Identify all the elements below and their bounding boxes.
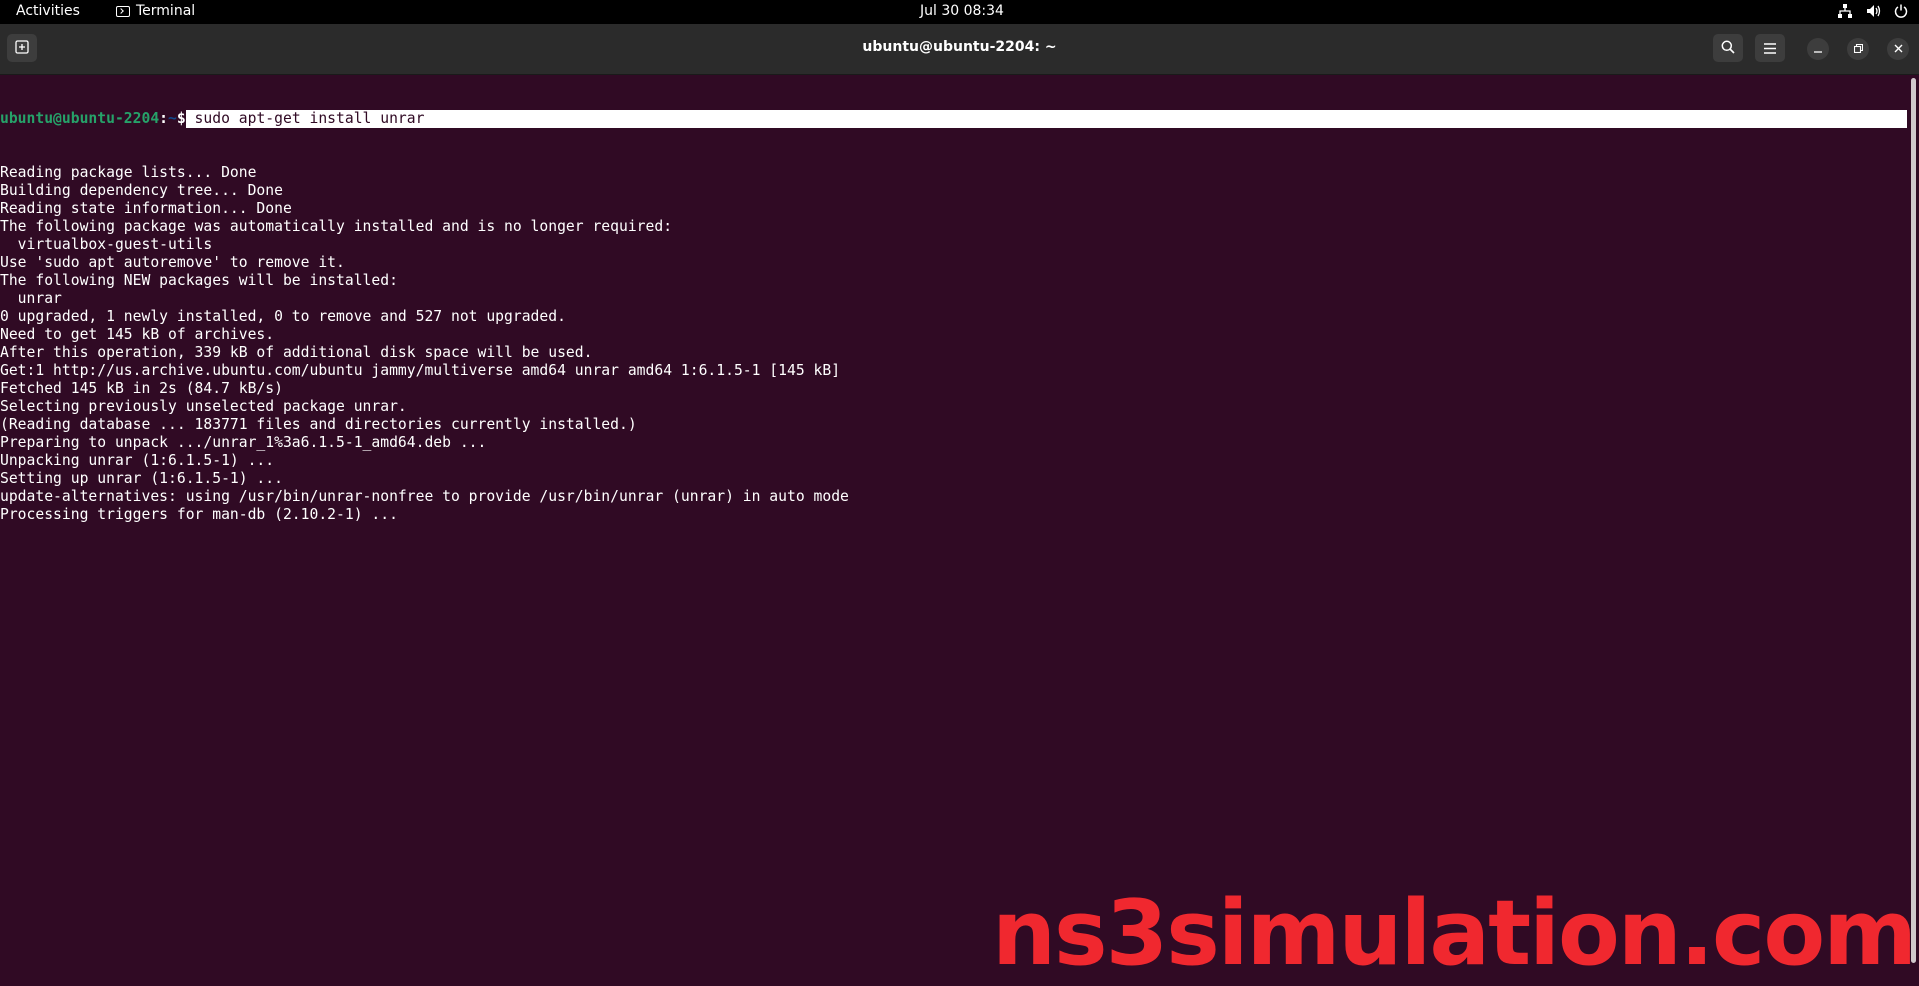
output-line: Preparing to unpack .../unrar_1%3a6.1.5-…: [0, 434, 1910, 452]
prompt-path: ~: [168, 110, 177, 128]
search-icon: [1721, 39, 1735, 58]
minimize-button[interactable]: [1807, 38, 1829, 60]
activities-button[interactable]: Activities: [16, 3, 80, 19]
close-button[interactable]: [1887, 38, 1909, 60]
output-line: Processing triggers for man-db (2.10.2-1…: [0, 506, 1910, 524]
output-line: Get:1 http://us.archive.ubuntu.com/ubunt…: [0, 362, 1910, 380]
window-titlebar: ubuntu@ubuntu-2204: ~: [0, 24, 1919, 75]
output-line: virtualbox-guest-utils: [0, 236, 1910, 254]
prompt-line: ubuntu@ubuntu-2204:~$ sudo apt-get insta…: [0, 110, 1910, 128]
prompt-dollar: $: [177, 110, 186, 128]
menu-icon: [1764, 39, 1776, 58]
output-line: Reading state information... Done: [0, 200, 1910, 218]
output-line: The following package was automatically …: [0, 218, 1910, 236]
output-line: After this operation, 339 kB of addition…: [0, 344, 1910, 362]
output-line: (Reading database ... 183771 files and d…: [0, 416, 1910, 434]
command-text: sudo apt-get install unrar: [186, 110, 1907, 128]
system-tray[interactable]: [1837, 3, 1909, 19]
minimize-icon: [1814, 42, 1822, 56]
restore-icon: [1854, 42, 1863, 56]
terminal-area[interactable]: ubuntu@ubuntu-2204:~$ sudo apt-get insta…: [0, 74, 1910, 968]
app-name: Terminal: [136, 3, 195, 19]
network-icon[interactable]: [1837, 3, 1853, 19]
output-line: update-alternatives: using /usr/bin/unra…: [0, 488, 1910, 506]
close-icon: [1894, 42, 1903, 56]
menu-button[interactable]: [1755, 34, 1785, 62]
output-line: Use 'sudo apt autoremove' to remove it.: [0, 254, 1910, 272]
volume-icon[interactable]: [1865, 3, 1881, 19]
power-icon[interactable]: [1893, 3, 1909, 19]
app-menu[interactable]: Terminal: [116, 3, 195, 19]
output-line: Setting up unrar (1:6.1.5-1) ...: [0, 470, 1910, 488]
terminal-icon: [116, 6, 130, 17]
search-button[interactable]: [1713, 34, 1743, 62]
output-line: Building dependency tree... Done: [0, 182, 1910, 200]
window-title: ubuntu@ubuntu-2204: ~: [0, 39, 1919, 55]
output-line: Unpacking unrar (1:6.1.5-1) ...: [0, 452, 1910, 470]
restore-button[interactable]: [1847, 38, 1869, 60]
scrollbar[interactable]: [1911, 78, 1916, 963]
output-line: The following NEW packages will be insta…: [0, 272, 1910, 290]
terminal-output: Reading package lists... DoneBuilding de…: [0, 164, 1910, 524]
output-line: Fetched 145 kB in 2s (84.7 kB/s): [0, 380, 1910, 398]
top-bar: Activities Terminal Jul 30 08:34: [0, 0, 1919, 24]
output-line: Selecting previously unselected package …: [0, 398, 1910, 416]
prompt-user: ubuntu@ubuntu-2204: [0, 110, 159, 128]
output-line: unrar: [0, 290, 1910, 308]
watermark: ns3simulation.com: [992, 881, 1915, 986]
output-line: Reading package lists... Done: [0, 164, 1910, 182]
output-line: Need to get 145 kB of archives.: [0, 326, 1910, 344]
prompt-separator: :: [159, 110, 168, 128]
clock[interactable]: Jul 30 08:34: [920, 3, 1004, 19]
output-line: 0 upgraded, 1 newly installed, 0 to remo…: [0, 308, 1910, 326]
